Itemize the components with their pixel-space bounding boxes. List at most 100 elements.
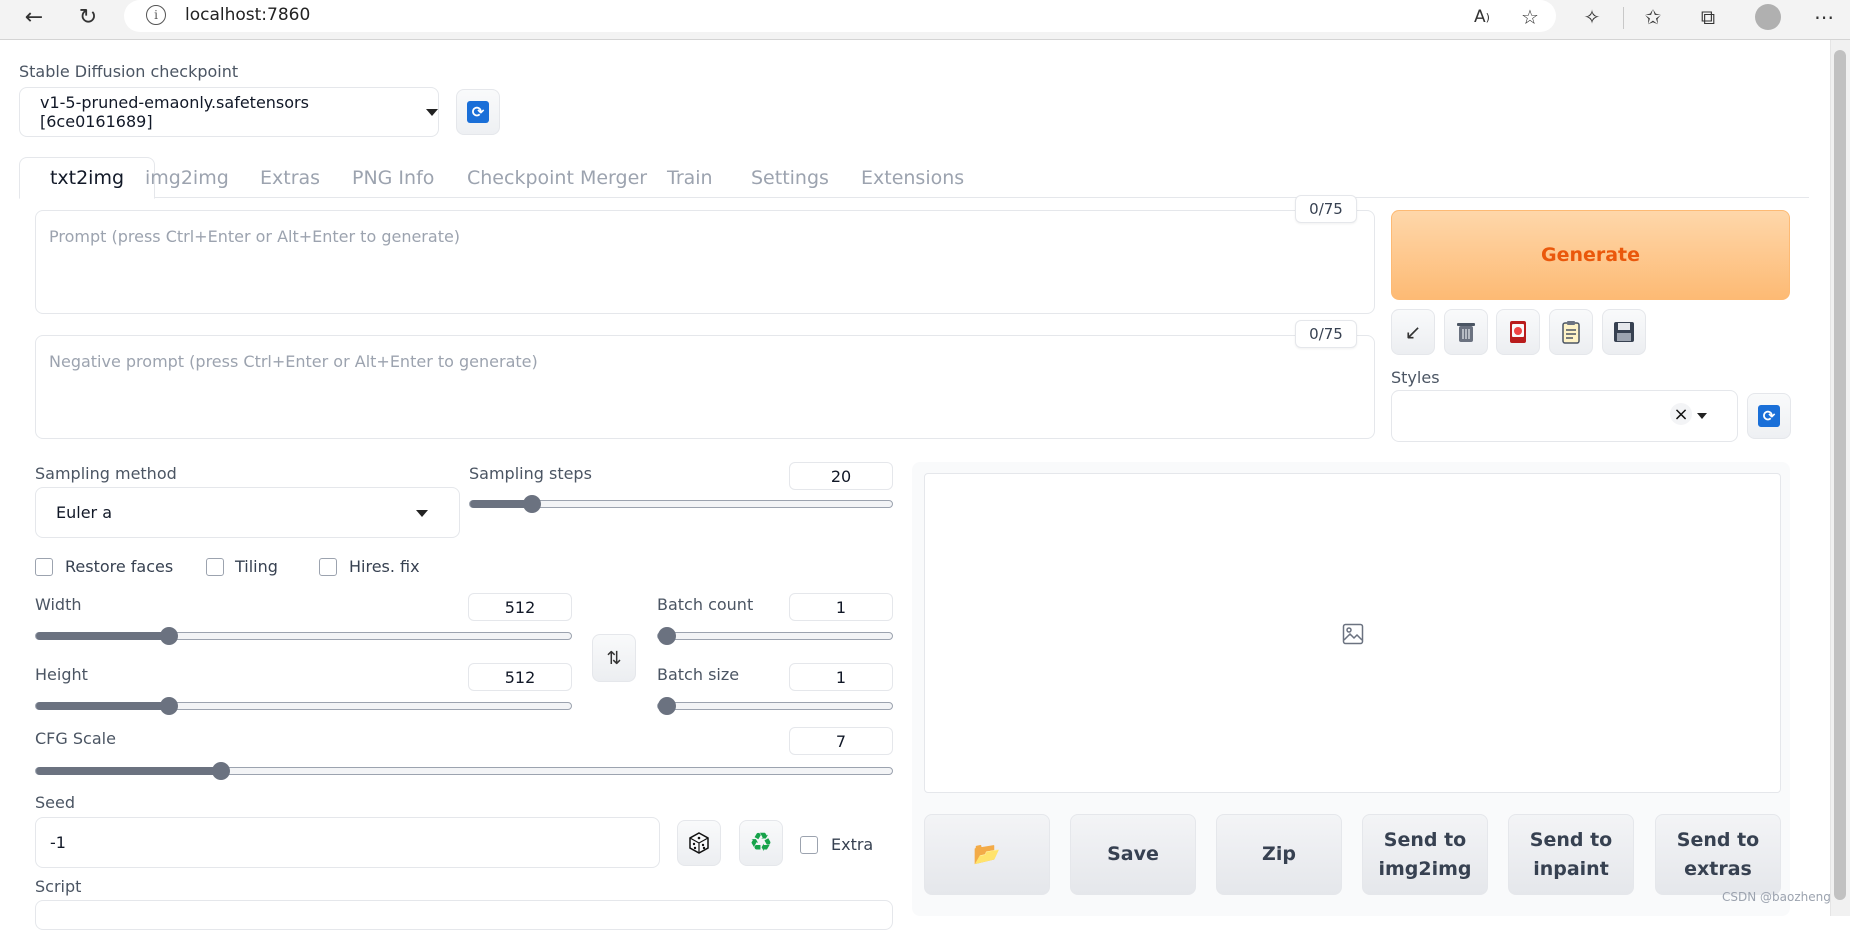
restore-faces-label: Restore faces [65,557,174,576]
open-folder-button[interactable]: 📂 [924,814,1050,895]
cfg-scale-label: CFG Scale [35,729,116,748]
swap-arrows-icon: ⇅ [606,647,622,669]
extra-seed-checkbox[interactable] [800,836,818,854]
clear-prompt-button[interactable] [1444,309,1488,355]
floppy-disk-icon [1614,322,1634,342]
tab-txt2img[interactable]: txt2img [19,157,155,199]
zip-button[interactable]: Zip [1216,814,1342,895]
tab-extensions[interactable]: Extensions [861,157,964,198]
scrollbar-thumb[interactable] [1834,50,1846,900]
send-to-extras-line2: extras [1684,857,1752,880]
read-aloud-icon[interactable]: A) [1466,4,1498,30]
clear-styles-icon[interactable]: × [1670,403,1692,425]
cfg-scale-input[interactable]: 7 [789,727,893,755]
refresh-checkpoint-button[interactable]: ⟳ [456,89,500,135]
read-params-button[interactable]: ↙ [1391,309,1435,355]
batch-count-label: Batch count [657,595,754,614]
batch-size-slider[interactable] [657,697,893,715]
tab-checkpoint-merger[interactable]: Checkpoint Merger [467,157,647,198]
restore-faces-checkbox[interactable] [35,558,53,576]
save-style-button[interactable] [1602,309,1646,355]
swap-dimensions-button[interactable]: ⇅ [592,634,636,682]
refresh-styles-button[interactable]: ⟳ [1747,393,1791,439]
address-url: localhost:7860 [185,5,311,25]
hires-fix-checkbox[interactable] [319,558,337,576]
width-input[interactable]: 512 [468,593,572,621]
send-to-img2img-button[interactable]: Send to img2img [1362,814,1488,895]
tab-extras[interactable]: Extras [260,157,320,198]
send-to-extras-button[interactable]: Send to extras [1655,814,1781,895]
prompt-token-counter: 0/75 [1295,195,1357,223]
apply-style-button[interactable] [1549,309,1593,355]
send-to-extras-line1: Send to [1676,828,1760,851]
styles-label: Styles [1391,368,1440,387]
extensions-puzzle-icon[interactable]: ✧ [1576,4,1608,30]
clipboard-icon [1562,321,1580,344]
slider-thumb[interactable] [160,627,179,645]
checkpoint-label: Stable Diffusion checkpoint [19,62,239,81]
checkpoint-value: v1-5-pruned-emaonly.safetensors [6ce0161… [40,93,309,131]
site-info-icon[interactable]: i [146,5,166,25]
save-button[interactable]: Save [1070,814,1196,895]
slider-thumb[interactable] [658,627,676,645]
tab-img2img[interactable]: img2img [145,157,229,198]
extra-seed-label: Extra [831,835,874,854]
tab-png-info[interactable]: PNG Info [352,157,434,198]
negative-prompt-textarea[interactable]: Negative prompt (press Ctrl+Enter or Alt… [35,335,1375,439]
height-label: Height [35,665,88,684]
send-to-inpaint-button[interactable]: Send to inpaint [1508,814,1634,895]
profile-avatar[interactable] [1755,4,1781,30]
refresh-icon: ⟳ [1758,405,1780,427]
slider-thumb[interactable] [211,762,230,780]
seed-value: -1 [50,833,66,852]
random-seed-button[interactable] [677,820,721,866]
slider-thumb[interactable] [522,495,541,513]
hires-fix-label: Hires. fix [349,557,420,576]
folder-icon: 📂 [973,842,1001,867]
batch-size-label: Batch size [657,665,740,684]
checkpoint-dropdown[interactable]: v1-5-pruned-emaonly.safetensors [6ce0161… [19,87,439,137]
generate-button[interactable]: Generate [1391,210,1790,300]
negative-prompt-token-counter: 0/75 [1295,320,1357,348]
height-input[interactable]: 512 [468,663,572,691]
refresh-icon: ⟳ [467,101,489,123]
batch-count-slider[interactable] [657,627,893,645]
width-label: Width [35,595,82,614]
script-label: Script [35,877,82,896]
send-to-inpaint-line2: inpaint [1533,857,1609,880]
dice-icon [689,832,709,854]
collections-icon[interactable]: ⧉ [1692,4,1724,30]
chevron-down-icon [426,108,438,116]
show-extra-networks-button[interactable] [1496,309,1540,355]
sampling-steps-label: Sampling steps [469,464,592,483]
slider-thumb[interactable] [160,697,179,715]
sampling-steps-slider[interactable] [469,495,893,513]
favorites-list-icon[interactable]: ✩ [1637,4,1669,30]
prompt-placeholder: Prompt (press Ctrl+Enter or Alt+Enter to… [49,227,461,246]
tab-settings[interactable]: Settings [751,157,829,198]
height-slider[interactable] [35,697,572,715]
reuse-seed-button[interactable]: ♻ [739,820,783,866]
script-dropdown[interactable] [35,900,893,930]
more-menu-icon[interactable]: ⋯ [1808,4,1840,30]
arrow-down-left-icon: ↙ [1404,320,1422,344]
slider-thumb[interactable] [658,697,676,715]
toolbar-divider [1623,7,1624,29]
reload-icon[interactable]: ↻ [70,2,106,32]
send-to-img2img-line2: img2img [1378,857,1472,880]
back-arrow-icon[interactable]: ← [16,2,52,32]
sampling-method-value: Euler a [56,503,113,522]
add-favorite-icon[interactable]: ☆ [1514,4,1546,30]
seed-input[interactable]: -1 [35,817,660,868]
batch-size-input[interactable]: 1 [789,663,893,691]
width-slider[interactable] [35,627,572,645]
batch-count-input[interactable]: 1 [789,593,893,621]
tab-train[interactable]: Train [667,157,713,198]
sampling-method-dropdown[interactable]: Euler a [35,487,460,538]
sampling-steps-input[interactable]: 20 [789,462,893,490]
address-bar[interactable] [124,0,1556,32]
cfg-scale-slider[interactable] [35,762,893,780]
negative-prompt-placeholder: Negative prompt (press Ctrl+Enter or Alt… [49,352,538,371]
tiling-checkbox[interactable] [206,558,224,576]
prompt-textarea[interactable]: Prompt (press Ctrl+Enter or Alt+Enter to… [35,210,1375,314]
